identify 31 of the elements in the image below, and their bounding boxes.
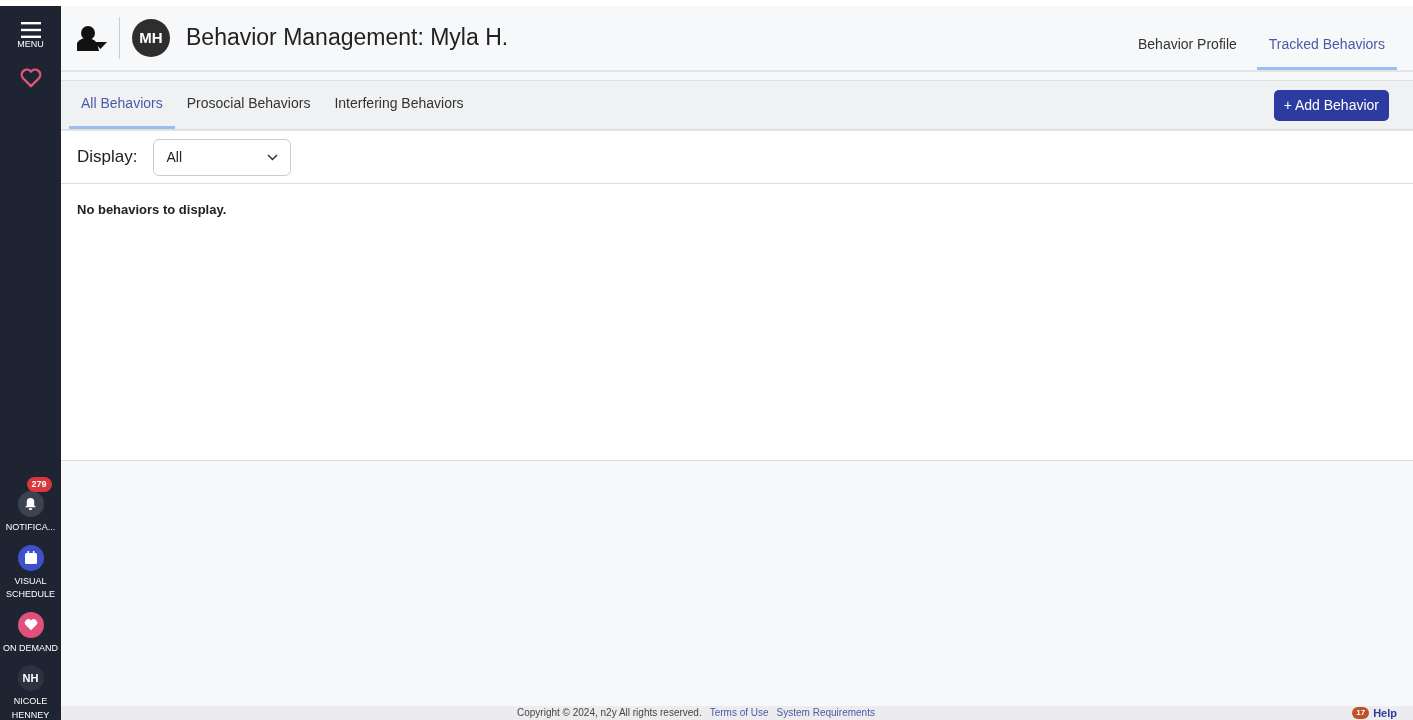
user-icon [77, 25, 107, 51]
add-behavior-button[interactable]: + Add Behavior [1273, 89, 1389, 121]
tab[interactable]: Tracked Behaviors [1256, 24, 1397, 70]
user-avatar: MH [132, 19, 170, 57]
footer-link[interactable]: Terms of Use [709, 706, 769, 720]
display-dropdown[interactable]: All [153, 138, 292, 176]
tab[interactable]: Prosocial Behaviors [174, 83, 323, 129]
notification-count: 279 [26, 477, 52, 492]
display-label: Display: [77, 146, 138, 169]
tab[interactable]: Behavior Profile [1125, 24, 1249, 70]
sidebar-item[interactable]: ON DEMAND [0, 611, 61, 655]
help-link[interactable]: Help [1373, 706, 1397, 720]
user-avatar: NH [17, 665, 44, 691]
sidebar-item[interactable]: VISUAL SCHEDULE [0, 544, 61, 602]
bell-icon [17, 491, 44, 517]
heart-icon[interactable] [19, 67, 42, 88]
sidebar-item[interactable]: NH NICOLE HENNEY [0, 665, 61, 720]
chevron-icon [267, 153, 279, 161]
sidebar-label: NOTIFICA... [5, 521, 56, 534]
menu-button[interactable]: MENU [17, 22, 44, 52]
calendar-icon [17, 544, 44, 571]
sidebar-label: ON DEMAND [3, 641, 58, 655]
page-title: Behavior Management: Myla H. [186, 24, 509, 52]
empty-message: No behaviors to display. [77, 201, 228, 219]
help-count: 17 [1352, 707, 1370, 719]
footer-link[interactable]: System Requirements [776, 706, 875, 720]
tab[interactable]: Interfering Behaviors [322, 83, 476, 129]
sidebar-label: NICOLE HENNEY [10, 695, 51, 720]
copyright-text: Copyright © 2024, n2y All rights reserved. [517, 706, 702, 720]
sidebar-item[interactable]: 279 NOTIFICA... [0, 477, 61, 535]
sidebar-label: VISUAL SCHEDULE [5, 574, 56, 601]
